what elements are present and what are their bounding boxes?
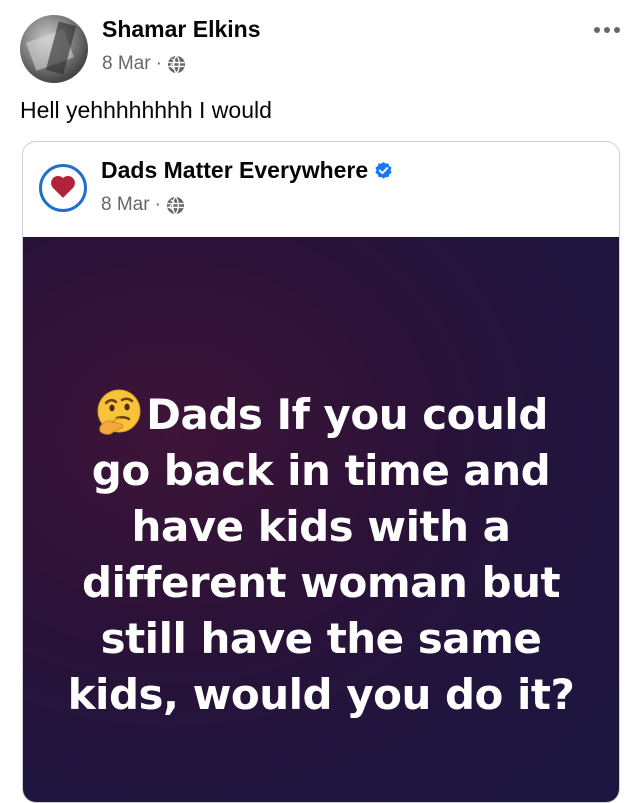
shared-post-meta: 8 Mar ·: [101, 194, 185, 216]
shared-post-card[interactable]: Dads Matter Everywhere 8 Mar · Dads If y…: [22, 141, 620, 803]
meta-separator: ·: [155, 53, 162, 74]
post-meta: 8 Mar ·: [102, 53, 186, 75]
image-text-line: kids, would you do it?: [67, 670, 575, 719]
post-text: Hell yehhhhhhhh I would: [20, 97, 272, 123]
globe-icon: [167, 54, 185, 74]
image-text-line: still have the same: [100, 614, 542, 663]
post-image[interactable]: Dads If you could go back in time and ha…: [23, 237, 619, 802]
more-options-icon[interactable]: [587, 18, 627, 42]
meta-separator: ·: [154, 194, 161, 215]
page-logo[interactable]: [39, 164, 87, 212]
shared-post-header: Dads Matter Everywhere 8 Mar ·: [23, 142, 619, 238]
page-name-row: Dads Matter Everywhere: [101, 157, 393, 184]
image-text-line: have kids with a: [131, 502, 511, 551]
globe-icon: [166, 195, 184, 215]
verified-badge-icon: [375, 161, 392, 179]
shared-post-date[interactable]: 8 Mar: [101, 194, 150, 216]
thinking-face-emoji: [97, 389, 141, 435]
post-date[interactable]: 8 Mar: [102, 53, 151, 75]
author-avatar[interactable]: [20, 15, 88, 83]
image-text-line: go back in time and: [91, 446, 551, 495]
heart-icon: [53, 178, 73, 198]
image-text-line: different woman but: [81, 558, 561, 607]
author-name[interactable]: Shamar Elkins: [102, 16, 261, 43]
post-header: Shamar Elkins 8 Mar ·: [0, 0, 640, 90]
image-text: Dads If you could go back in time and ha…: [23, 387, 619, 723]
page-name[interactable]: Dads Matter Everywhere: [101, 157, 368, 184]
image-text-line: Dads If you could: [23, 387, 619, 443]
